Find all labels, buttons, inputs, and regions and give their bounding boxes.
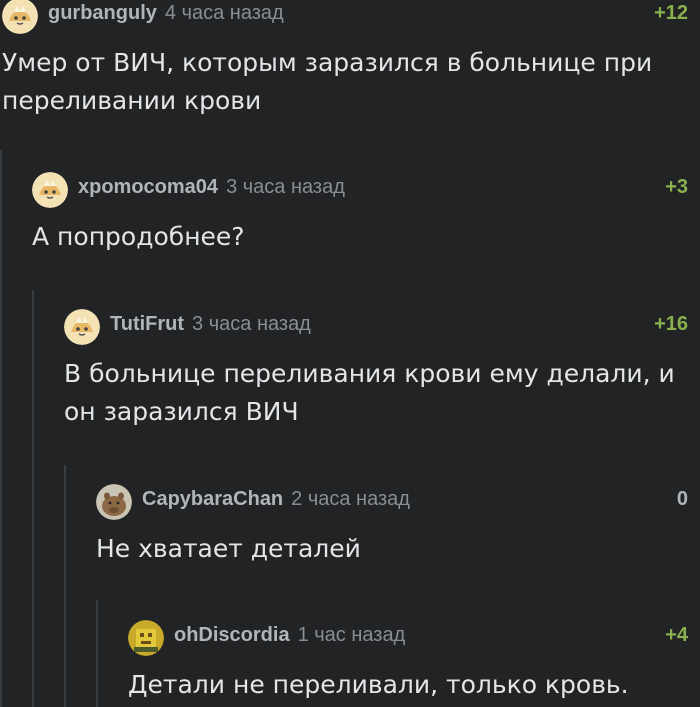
yellow-avatar-icon[interactable] xyxy=(128,620,164,656)
comment: TutiFrut 3 часа назад +16 В больнице пере… xyxy=(64,309,688,431)
generic-avatar-icon[interactable] xyxy=(32,172,68,208)
username[interactable]: gurbanguly 4 часа назад xyxy=(48,2,284,25)
comment-header: TutiFrut 3 часа назад +16 xyxy=(64,309,688,345)
comment: gurbanguly 4 часа назад +12 Умер от ВИЧ, … xyxy=(2,0,688,120)
comment-text: В больнице переливания крови ему делали,… xyxy=(64,359,675,426)
comment-timestamp: 4 часа назад xyxy=(164,2,284,24)
thread-line-level-1 xyxy=(0,150,2,707)
comment-timestamp: 1 час назад xyxy=(297,624,406,646)
comment-rating: +3 xyxy=(665,176,688,198)
generic-avatar-icon[interactable] xyxy=(64,309,100,345)
comment-header: gurbanguly 4 часа назад +12 xyxy=(2,0,688,34)
comment-text: А попродобнее? xyxy=(32,222,245,251)
comment-rating: 0 xyxy=(676,488,688,510)
username[interactable]: TutiFrut 3 часа назад xyxy=(110,313,311,336)
comment-header: ohDiscordia 1 час назад +4 xyxy=(128,620,688,656)
thread-line-level-4 xyxy=(96,600,98,707)
username[interactable]: ohDiscordia 1 час назад xyxy=(174,624,405,647)
comment-text: Детали не переливали, только кровь. xyxy=(128,670,629,699)
comment-rating: +4 xyxy=(665,624,688,646)
comment: CapybaraChan 2 часа назад 0 Не хватает де… xyxy=(96,484,688,568)
comment-header: CapybaraChan 2 часа назад 0 xyxy=(96,484,688,520)
comment-rating: +16 xyxy=(654,313,688,335)
comment-timestamp: 2 часа назад xyxy=(291,488,410,510)
generic-avatar-icon[interactable] xyxy=(2,0,38,34)
comment-timestamp: 3 часа назад xyxy=(226,176,345,198)
username[interactable]: CapybaraChan 2 часа назад xyxy=(142,488,410,511)
username[interactable]: xpomocoma04 3 часа назад xyxy=(78,176,345,199)
comment: ohDiscordia 1 час назад +4 Детали не пере… xyxy=(128,620,688,704)
thread-line-level-3 xyxy=(64,465,66,707)
comment-rating: +12 xyxy=(654,2,688,24)
capybara-avatar-icon[interactable] xyxy=(96,484,132,520)
comment-header: xpomocoma04 3 часа назад +3 xyxy=(32,172,688,208)
comment-text: Не хватает деталей xyxy=(96,534,361,563)
comment-text: Умер от ВИЧ, которым заразился в больниц… xyxy=(2,48,653,115)
comment-timestamp: 3 часа назад xyxy=(192,313,311,335)
thread-line-level-2 xyxy=(32,290,34,707)
comment: xpomocoma04 3 часа назад +3 А попродобнее… xyxy=(32,172,688,256)
